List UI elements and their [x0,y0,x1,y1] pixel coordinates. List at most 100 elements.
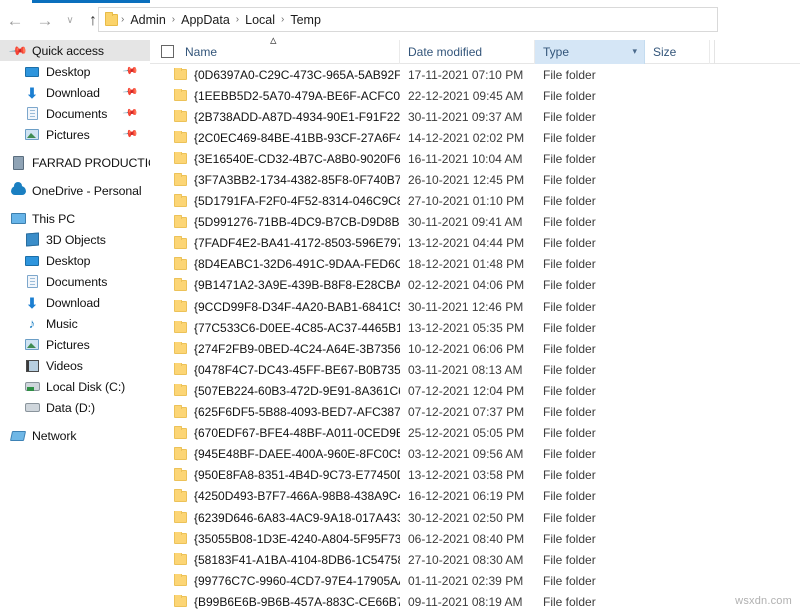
table-row[interactable]: {77C533C6-D0EE-4C85-AC37-4465B1B...13-12… [150,317,800,338]
table-row[interactable]: {1EEBB5D2-5A70-479A-BE6F-ACFC06F...22-12… [150,85,800,106]
breadcrumb-item-temp[interactable]: Temp [285,13,326,27]
cell-name[interactable]: {274F2FB9-0BED-4C24-A64E-3B7356B5... [150,342,400,356]
breadcrumb-item-appdata[interactable]: AppData [176,13,235,27]
forward-button[interactable]: → [30,6,60,36]
cell-name[interactable]: {3E16540E-CD32-4B7C-A8B0-9020F65... [150,152,400,166]
recent-locations-chevron-down-icon[interactable]: ∨ [60,6,80,36]
table-row[interactable]: {58183F41-A1BA-4104-8DB6-1C54758...27-10… [150,549,800,570]
table-row[interactable]: {507EB224-60B3-472D-9E91-8A361C6F...07-1… [150,380,800,401]
table-row[interactable]: {35055B08-1D3E-4240-A804-5F95F73E...06-1… [150,528,800,549]
cell-name[interactable]: {950E8FA8-8351-4B4D-9C73-E77450D3... [150,468,400,482]
sidebar-item-local-disk-c[interactable]: Local Disk (C:) [0,376,150,397]
column-header-name[interactable]: Name ▵ [150,40,400,64]
cell-name[interactable]: {0478F4C7-DC43-45FF-BE67-B0B735D... [150,363,400,377]
cell-name[interactable]: {99776C7C-9960-4CD7-97E4-17905AA... [150,574,400,588]
sidebar-group-separator [0,173,150,180]
table-row[interactable]: {3E16540E-CD32-4B7C-A8B0-9020F65...16-11… [150,148,800,169]
cell-name[interactable]: {9B1471A2-3A9E-439B-B8F8-E28CBA4... [150,278,400,292]
breadcrumb-item-local[interactable]: Local [240,13,280,27]
table-row[interactable]: {950E8FA8-8351-4B4D-9C73-E77450D3...13-1… [150,465,800,486]
table-row[interactable]: {625F6DF5-5B88-4093-BED7-AFC387F9...07-1… [150,402,800,423]
cell-name[interactable]: {77C533C6-D0EE-4C85-AC37-4465B1B... [150,321,400,335]
cell-name[interactable]: {5D991276-71BB-4DC9-B7CB-D9D8BD... [150,215,400,229]
sidebar-item-onedrive-personal[interactable]: OneDrive - Personal [0,180,150,201]
table-row[interactable]: {0478F4C7-DC43-45FF-BE67-B0B735D...03-11… [150,359,800,380]
address-bar[interactable]: › Admin › AppData › Local › Temp [98,7,718,32]
table-row[interactable]: {6239D646-6A83-4AC9-9A18-017A433...30-12… [150,507,800,528]
cell-name[interactable]: {3F7A3BB2-1734-4382-85F8-0F740B71... [150,173,400,187]
sidebar-item-quick-access[interactable]: 📌Quick access [0,40,150,61]
column-header-size[interactable]: Size [645,40,710,64]
cell-name[interactable]: {7FADF4E2-BA41-4172-8503-596E7978... [150,236,400,250]
chevron-down-icon[interactable]: ▾ [632,46,637,57]
cell-name[interactable]: {58183F41-A1BA-4104-8DB6-1C54758... [150,553,400,567]
cell-type: File folder [535,152,645,166]
cell-name[interactable]: {670EDF67-BFE4-48BF-A011-0CED9B4... [150,426,400,440]
cell-name[interactable]: {B99B6E6B-9B6B-457A-883C-CE66B70... [150,595,400,609]
column-header-type[interactable]: Type ▾ [535,40,645,64]
sidebar-item-pictures[interactable]: Pictures📌 [0,124,150,145]
navigation-pane[interactable]: 📌Quick accessDesktop📌⬇Download📌Documents… [0,40,150,611]
table-row[interactable]: {0D6397A0-C29C-473C-965A-5AB92FF...17-11… [150,64,800,85]
cell-date-modified: 02-12-2021 04:06 PM [400,278,535,292]
cell-name[interactable]: {945E48BF-DAEE-400A-960E-8FC0C5F... [150,447,400,461]
cell-name[interactable]: {0D6397A0-C29C-473C-965A-5AB92FF... [150,68,400,82]
cell-name[interactable]: {507EB224-60B3-472D-9E91-8A361C6F... [150,384,400,398]
table-row[interactable]: {2B738ADD-A87D-4934-90E1-F91F226...30-11… [150,106,800,127]
sidebar-item-documents[interactable]: Documents [0,271,150,292]
sidebar-item-videos[interactable]: Videos [0,355,150,376]
table-row[interactable]: {7FADF4E2-BA41-4172-8503-596E7978...13-1… [150,233,800,254]
active-tab-indicator [32,0,150,3]
cell-name[interactable]: {4250D493-B7F7-466A-98B8-438A9C4... [150,489,400,503]
column-divider[interactable] [714,40,715,64]
cell-name[interactable]: {8D4EABC1-32D6-491C-9DAA-FED6C6... [150,257,400,271]
column-header-date-modified[interactable]: Date modified [400,40,535,64]
table-row[interactable]: {4250D493-B7F7-466A-98B8-438A9C4...16-12… [150,486,800,507]
cell-name[interactable]: {6239D646-6A83-4AC9-9A18-017A433... [150,511,400,525]
table-row[interactable]: {9CCD99F8-D34F-4A20-BAB1-6841C51...30-11… [150,296,800,317]
sidebar-item-pictures[interactable]: Pictures [0,334,150,355]
cell-name[interactable]: {2C0EC469-84BE-41BB-93CF-27A6F4E... [150,131,400,145]
select-all-checkbox[interactable] [161,45,174,58]
table-row[interactable]: {9B1471A2-3A9E-439B-B8F8-E28CBA4...02-12… [150,275,800,296]
table-row[interactable]: {945E48BF-DAEE-400A-960E-8FC0C5F...03-12… [150,444,800,465]
pin-icon[interactable]: 📌 [121,84,138,100]
table-row[interactable]: {2C0EC469-84BE-41BB-93CF-27A6F4E...14-12… [150,127,800,148]
sidebar-item-music[interactable]: ♪Music [0,313,150,334]
cell-name[interactable]: {625F6DF5-5B88-4093-BED7-AFC387F9... [150,405,400,419]
table-row[interactable]: {8D4EABC1-32D6-491C-9DAA-FED6C6...18-12-… [150,254,800,275]
folder-icon [174,407,187,418]
cell-name[interactable]: {5D1791FA-F2F0-4F52-8314-046C9C8D... [150,194,400,208]
sidebar-item-download[interactable]: ⬇Download📌 [0,82,150,103]
cell-name[interactable]: {9CCD99F8-D34F-4A20-BAB1-6841C51... [150,300,400,314]
cell-type: File folder [535,342,645,356]
table-row[interactable]: {99776C7C-9960-4CD7-97E4-17905AA...01-11… [150,570,800,591]
table-row[interactable]: {B99B6E6B-9B6B-457A-883C-CE66B70...09-11… [150,591,800,611]
sidebar-item-network[interactable]: Network [0,425,150,446]
table-row[interactable]: {5D1791FA-F2F0-4F52-8314-046C9C8D...27-1… [150,191,800,212]
sidebar-item-3d-objects[interactable]: 3D Objects [0,229,150,250]
cell-name-label: {507EB224-60B3-472D-9E91-8A361C6F... [194,384,400,398]
cell-name[interactable]: {35055B08-1D3E-4240-A804-5F95F73E... [150,532,400,546]
cell-name[interactable]: {2B738ADD-A87D-4934-90E1-F91F226... [150,110,400,124]
sidebar-item-desktop[interactable]: Desktop📌 [0,61,150,82]
cell-name-label: {625F6DF5-5B88-4093-BED7-AFC387F9... [194,405,400,419]
file-rows-container[interactable]: {0D6397A0-C29C-473C-965A-5AB92FF...17-11… [150,64,800,611]
sidebar-item-documents[interactable]: Documents📌 [0,103,150,124]
network-icon [10,428,26,444]
pin-icon[interactable]: 📌 [121,126,138,142]
sidebar-item-this-pc[interactable]: This PC [0,208,150,229]
table-row[interactable]: {5D991276-71BB-4DC9-B7CB-D9D8BD...30-11-… [150,212,800,233]
breadcrumb-item-admin[interactable]: Admin [125,13,170,27]
cell-name[interactable]: {1EEBB5D2-5A70-479A-BE6F-ACFC06F... [150,89,400,103]
table-row[interactable]: {3F7A3BB2-1734-4382-85F8-0F740B71...26-1… [150,169,800,190]
pin-icon[interactable]: 📌 [121,105,138,121]
pin-icon[interactable]: 📌 [121,63,138,79]
sidebar-item-farrad-production[interactable]: FARRAD PRODUCTION [0,152,150,173]
sidebar-item-data-d[interactable]: Data (D:) [0,397,150,418]
table-row[interactable]: {670EDF67-BFE4-48BF-A011-0CED9B4...25-12… [150,423,800,444]
back-button[interactable]: ← [0,6,30,36]
sidebar-item-download[interactable]: ⬇Download [0,292,150,313]
sidebar-item-desktop[interactable]: Desktop [0,250,150,271]
table-row[interactable]: {274F2FB9-0BED-4C24-A64E-3B7356B5...10-1… [150,338,800,359]
